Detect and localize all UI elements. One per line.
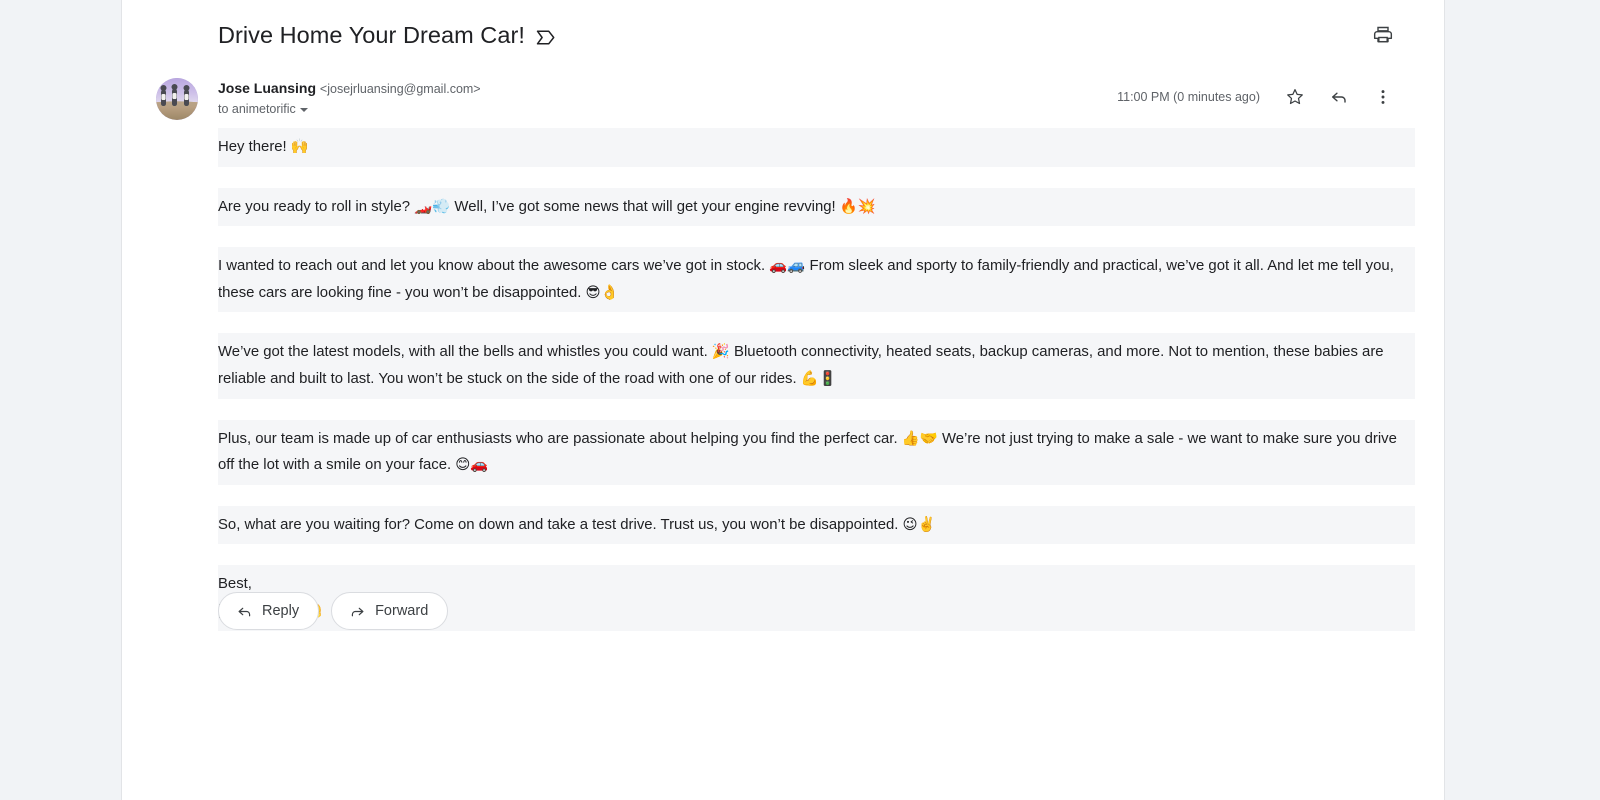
sender-identity: Jose Luansing <josejrluansing@gmail.com> (218, 79, 481, 98)
paragraph-text: So, what are you waiting for? Come on do… (218, 516, 903, 533)
reply-button[interactable]: Reply (218, 592, 320, 630)
star-icon[interactable] (1278, 80, 1312, 114)
message-paragraph: Plus, our team is made up of car enthusi… (218, 419, 1415, 485)
sender-header: Jose Luansing <josejrluansing@gmail.com>… (122, 70, 1444, 128)
reply-arrow-icon[interactable] (1322, 80, 1356, 114)
inline-emoji: 💪🚦 (800, 370, 837, 387)
inline-emoji: 🏎️💨 (414, 198, 451, 215)
message-panel: Drive Home Your Dream Car! Jose Luansing… (122, 0, 1444, 800)
inline-emoji: 🎉 (711, 344, 730, 361)
paragraph-text: Are you ready to roll in style? (218, 198, 415, 215)
inline-emoji: 🔥💥 (839, 198, 876, 215)
message-paragraph: We’ve got the latest models, with all th… (218, 333, 1415, 399)
inline-emoji: 🚗🚙 (769, 258, 806, 275)
paragraph-text: We’ve got the latest models, with all th… (218, 344, 712, 361)
paragraph-text: Hey there! (218, 139, 291, 155)
inline-emoji: 😎👌 (585, 284, 619, 301)
inline-emoji: 😉✌️ (902, 516, 936, 533)
message-timestamp: 11:00 PM (0 minutes ago) (1117, 90, 1260, 104)
paragraph-text: Well, I’ve got some news that will get y… (450, 198, 840, 215)
avatar[interactable] (156, 78, 198, 120)
forward-arrow-icon (349, 603, 366, 620)
sender-details: Jose Luansing <josejrluansing@gmail.com>… (218, 74, 481, 117)
chevron-down-icon[interactable] (299, 108, 308, 112)
subject-header: Drive Home Your Dream Car! (122, 0, 1444, 70)
recipient-label: to animetorific (218, 102, 296, 116)
message-paragraph: Are you ready to roll in style? 🏎️💨 Well… (218, 187, 1415, 227)
paragraph-text: I wanted to reach out and let you know a… (218, 258, 770, 275)
inline-emoji: 👍🤝 (901, 430, 938, 447)
forward-button[interactable]: Forward (331, 592, 449, 630)
message-action-bar: Reply Forward (218, 592, 449, 630)
label-tag-icon[interactable] (536, 27, 556, 47)
forward-button-label: Forward (375, 603, 429, 619)
paragraph-text: Best, (218, 576, 252, 593)
screen: Drive Home Your Dream Car! Jose Luansing… (0, 0, 1600, 800)
message-paragraph: So, what are you waiting for? Come on do… (218, 505, 1415, 545)
page-title: Drive Home Your Dream Car! (218, 21, 525, 48)
sender-email: <josejrluansing@gmail.com> (319, 82, 481, 96)
message-paragraph: I wanted to reach out and let you know a… (218, 247, 1415, 313)
inline-emoji: 🙌 (290, 139, 309, 155)
reply-arrow-icon (236, 603, 253, 620)
paragraph-text: Plus, our team is made up of car enthusi… (218, 430, 902, 447)
message-body: Hey there! 🙌 Are you ready to roll in sty… (218, 128, 1440, 631)
subject-actions (1366, 18, 1400, 52)
more-vertical-icon[interactable] (1366, 80, 1400, 114)
print-icon[interactable] (1366, 18, 1400, 52)
message-paragraph: Hey there! 🙌 (218, 128, 1415, 167)
reply-button-label: Reply (262, 603, 300, 619)
sender-name: Jose Luansing (218, 80, 317, 96)
subject-group: Drive Home Your Dream Car! (218, 22, 556, 49)
inline-emoji: 😊🚗 (455, 457, 489, 474)
recipient-row[interactable]: to animetorific (218, 101, 481, 117)
message-actions: 11:00 PM (0 minutes ago) (1117, 74, 1400, 114)
